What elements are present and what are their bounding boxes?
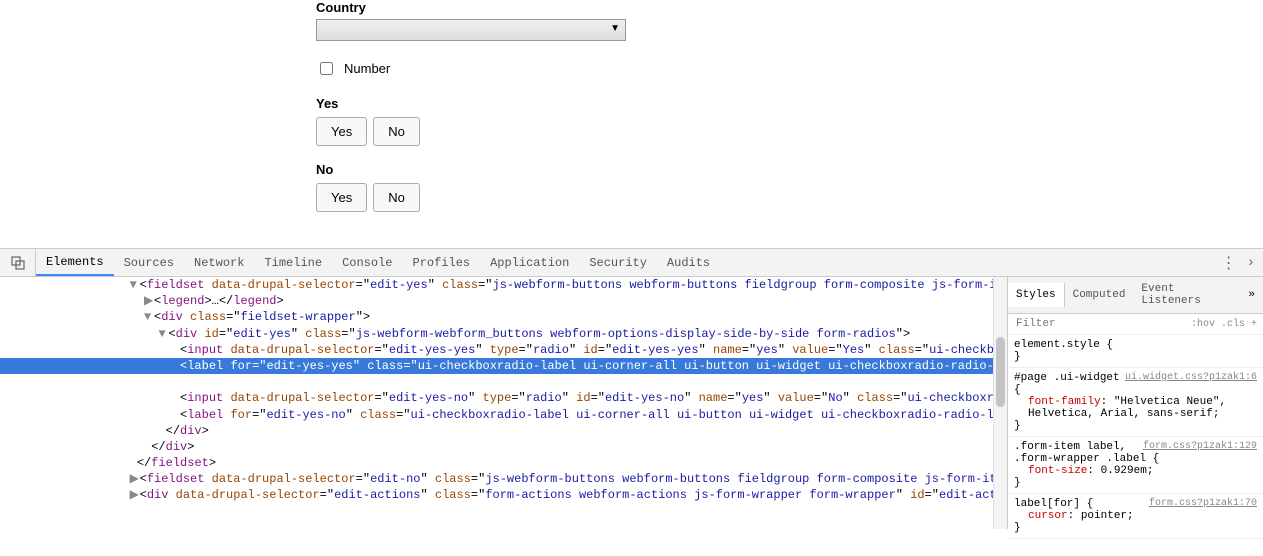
dom-tree[interactable]: ▼<fieldset data-drupal-selector="edit-ye… xyxy=(0,277,993,504)
country-select-wrap: ▼ xyxy=(316,19,626,41)
yes-label: Yes xyxy=(316,96,1263,111)
styles-tabbar: Styles Computed Event Listeners » xyxy=(1008,277,1263,314)
tab-sources[interactable]: Sources xyxy=(114,249,184,276)
chevron-right-icon[interactable]: › xyxy=(1247,255,1255,271)
rule-close: } xyxy=(1014,420,1257,432)
yes-group: Yes Yes No xyxy=(316,96,1263,146)
rule-source-link[interactable]: ui.widget.css?p1zak1:6 xyxy=(1125,372,1257,383)
more-icon[interactable]: » xyxy=(1240,289,1263,301)
elements-scrollbar[interactable] xyxy=(993,277,1007,529)
more-icon[interactable]: ⋮ xyxy=(1221,253,1237,273)
no-label: No xyxy=(316,162,1263,177)
rule-selector[interactable]: element.style { xyxy=(1014,339,1257,351)
rule-close: } xyxy=(1014,351,1257,363)
yes-btn-no[interactable]: No xyxy=(373,117,420,146)
plus-icon[interactable]: + xyxy=(1251,319,1257,330)
tab-network[interactable]: Network xyxy=(184,249,254,276)
css-property[interactable]: font-size: 0.929em; xyxy=(1014,465,1257,477)
scrollbar-thumb[interactable] xyxy=(996,337,1005,407)
tab-console[interactable]: Console xyxy=(332,249,402,276)
inspect-icon[interactable] xyxy=(0,249,36,276)
country-label: Country xyxy=(316,0,1263,15)
no-btn-no[interactable]: No xyxy=(373,183,420,212)
yes-btn-yes[interactable]: Yes xyxy=(316,117,367,146)
no-group: No Yes No xyxy=(316,162,1263,212)
devtools-panel: ElementsSourcesNetworkTimelineConsolePro… xyxy=(0,248,1263,529)
styles-filter-input[interactable] xyxy=(1014,317,1185,331)
tab-elements[interactable]: Elements xyxy=(36,249,114,276)
css-property[interactable]: font-family: "Helvetica Neue", Helvetica… xyxy=(1014,396,1257,420)
country-select[interactable] xyxy=(316,19,626,41)
number-row: Number xyxy=(316,59,1263,78)
form-area: Country ▼ Number Yes Yes No No Yes No xyxy=(0,0,1263,248)
tab-timeline[interactable]: Timeline xyxy=(254,249,332,276)
styles-pane: Styles Computed Event Listeners » :hov .… xyxy=(1007,277,1263,529)
devtools-tabbar: ElementsSourcesNetworkTimelineConsolePro… xyxy=(0,249,1263,277)
cls-toggle[interactable]: .cls xyxy=(1221,319,1245,330)
number-checkbox[interactable] xyxy=(320,62,333,75)
tab-profiles[interactable]: Profiles xyxy=(402,249,480,276)
tab-computed[interactable]: Computed xyxy=(1065,283,1134,307)
css-rules: element.style {}ui.widget.css?p1zak1:6#p… xyxy=(1008,335,1263,539)
tab-styles[interactable]: Styles xyxy=(1008,283,1065,307)
rule-source-link[interactable]: form.css?p1zak1:129 xyxy=(1143,441,1257,452)
no-btn-yes[interactable]: Yes xyxy=(316,183,367,212)
tab-audits[interactable]: Audits xyxy=(657,249,720,276)
tab-security[interactable]: Security xyxy=(579,249,657,276)
css-property[interactable]: cursor: pointer; xyxy=(1014,510,1257,522)
tab-event-listeners[interactable]: Event Listeners xyxy=(1133,277,1240,313)
number-label: Number xyxy=(344,61,390,76)
rule-source-link[interactable]: form.css?p1zak1:70 xyxy=(1149,498,1257,509)
tab-application[interactable]: Application xyxy=(480,249,579,276)
elements-pane: ▼<fieldset data-drupal-selector="edit-ye… xyxy=(0,277,1007,529)
hov-toggle[interactable]: :hov xyxy=(1191,319,1215,330)
rule-close: } xyxy=(1014,522,1257,534)
rule-close: } xyxy=(1014,477,1257,489)
